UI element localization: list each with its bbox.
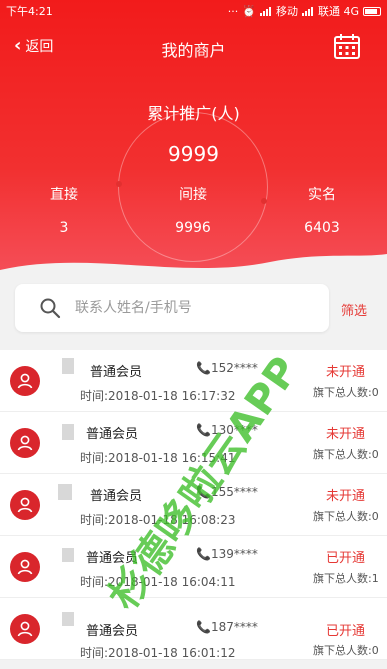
- member-level: 普通会员: [86, 551, 139, 566]
- status-badge: 已开通: [325, 624, 365, 639]
- member-level: 普通会员: [90, 489, 143, 504]
- team-count: 旗下总人数:0: [313, 386, 379, 399]
- register-time: 时间:2018-01-18 16:08:23: [80, 513, 236, 527]
- signal-icon-2: [301, 6, 314, 16]
- status-badge: 未开通: [325, 365, 365, 380]
- user-icon: [17, 497, 33, 513]
- page-title: 我的商户: [161, 41, 226, 60]
- total-label: 累计推广(人): [147, 104, 240, 123]
- user-icon: [17, 559, 33, 575]
- search-bar: [15, 284, 329, 332]
- avatar: [10, 366, 40, 396]
- avatar: [10, 614, 40, 644]
- status-badge: 未开通: [325, 489, 365, 504]
- phone-text: 187****: [210, 620, 258, 634]
- user-icon: [17, 435, 33, 451]
- team-count: 旗下总人数:0: [313, 510, 379, 523]
- merchant-row[interactable]: 普通会员 📞152**** 时间:2018-01-18 16:17:32 未开通…: [0, 350, 387, 412]
- status-badge: 已开通: [325, 551, 365, 566]
- member-level: 普通会员: [86, 427, 139, 442]
- register-time: 时间:2018-01-18 16:04:11: [80, 575, 236, 589]
- phone-text: 139****: [210, 547, 258, 561]
- carrier-2: 联通 4G: [317, 5, 359, 18]
- total-value: 9999: [168, 142, 219, 166]
- stat-value: 9996: [175, 220, 211, 236]
- stat-verified: 实名 6403: [272, 184, 372, 236]
- phone-number: 📞152****: [196, 361, 258, 375]
- member-level: 普通会员: [86, 624, 139, 639]
- search-input[interactable]: [75, 300, 315, 316]
- avatar: [10, 428, 40, 458]
- register-time: 时间:2018-01-18 16:17:32: [80, 389, 236, 403]
- status-badge: 未开通: [325, 427, 365, 442]
- phone-icon: 📞: [196, 485, 211, 499]
- merchant-row[interactable]: 普通会员 📞155**** 时间:2018-01-18 16:08:23 未开通…: [0, 474, 387, 536]
- stat-value: 6403: [304, 220, 340, 236]
- merchant-row[interactable]: 普通会员 📞187**** 时间:2018-01-18 16:01:12 已开通…: [0, 598, 387, 660]
- stat-label: 实名: [308, 187, 336, 203]
- phone-number: 📞155****: [196, 485, 258, 499]
- filter-button[interactable]: 筛选: [341, 300, 367, 319]
- phone-number: 📞130****: [196, 423, 258, 437]
- redacted-name: [62, 612, 74, 626]
- carrier-1: 移动: [275, 5, 298, 18]
- redacted-name: [58, 484, 72, 500]
- redacted-name: [62, 548, 74, 562]
- avatar: [10, 552, 40, 582]
- team-count: 旗下总人数:0: [313, 448, 379, 461]
- stat-indirect: 间接 9996: [143, 184, 243, 236]
- register-time: 时间:2018-01-18 16:15:41: [80, 451, 236, 465]
- stat-direct: 直接 3: [14, 184, 114, 236]
- battery-icon: [363, 6, 381, 16]
- phone-icon: 📞: [196, 423, 211, 437]
- stat-label: 直接: [50, 187, 78, 203]
- merchant-row[interactable]: 普通会员 📞139**** 时间:2018-01-18 16:04:11 已开通…: [0, 536, 387, 598]
- phone-text: 155****: [210, 485, 258, 499]
- stat-value: 3: [59, 220, 69, 236]
- stat-label: 间接: [179, 187, 207, 203]
- status-time: 下午4:21: [6, 5, 53, 18]
- phone-text: 130****: [210, 423, 258, 437]
- redacted-name: [62, 358, 74, 374]
- phone-icon: 📞: [196, 547, 211, 561]
- alarm-icon: ⏰: [242, 4, 256, 18]
- more-icon: ···: [227, 4, 239, 18]
- user-icon: [17, 373, 33, 389]
- calendar-icon[interactable]: [333, 32, 361, 60]
- user-icon: [17, 621, 33, 637]
- avatar: [10, 490, 40, 520]
- team-count: 旗下总人数:1: [313, 572, 379, 585]
- phone-number: 📞187****: [196, 620, 258, 634]
- decorative-dot: [116, 181, 122, 187]
- member-level: 普通会员: [90, 365, 143, 380]
- redacted-name: [62, 424, 74, 440]
- header-wave: [0, 254, 387, 290]
- search-icon: [40, 298, 61, 319]
- team-count: 旗下总人数:0: [313, 644, 379, 657]
- status-indicators: ··· ⏰ 移动 联通 4G: [228, 3, 381, 19]
- phone-icon: 📞: [196, 361, 211, 375]
- nav-bar: ‹ 返回 我的商户: [0, 22, 387, 72]
- merchant-row[interactable]: 普通会员 📞130**** 时间:2018-01-18 16:15:41 未开通…: [0, 412, 387, 474]
- phone-text: 152****: [210, 361, 258, 375]
- phone-icon: 📞: [196, 620, 211, 634]
- status-bar: 下午4:21 ··· ⏰ 移动 联通 4G: [0, 0, 387, 22]
- register-time: 时间:2018-01-18 16:01:12: [80, 646, 236, 660]
- signal-icon: [259, 6, 272, 16]
- phone-number: 📞139****: [196, 547, 258, 561]
- decorative-dot: [261, 198, 267, 204]
